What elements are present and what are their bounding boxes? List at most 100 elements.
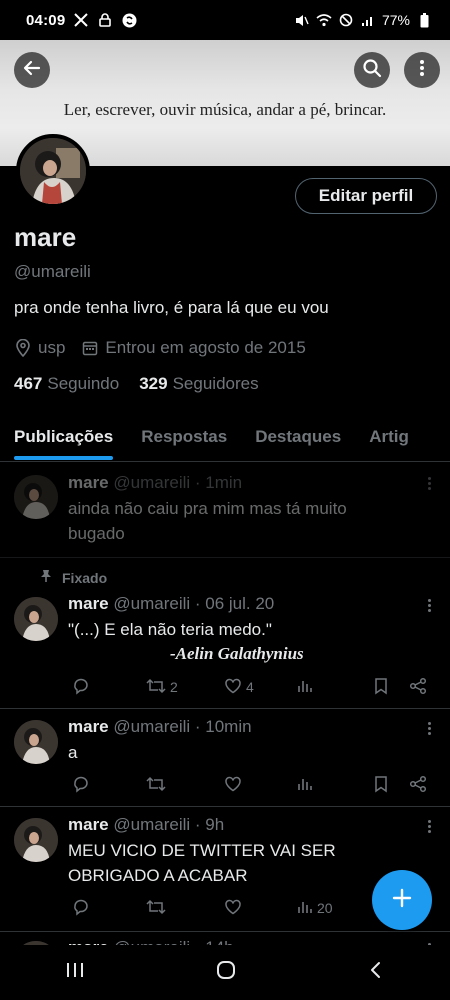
tab-replies[interactable]: Respostas — [127, 414, 241, 460]
banner-quote: Ler, escrever, ouvir música, andar a pé,… — [63, 100, 387, 119]
reply-button[interactable] — [72, 898, 90, 919]
no-signal-icon — [338, 12, 354, 28]
views-button[interactable]: 20 — [297, 899, 333, 918]
views-icon — [297, 899, 313, 918]
share-button[interactable] — [409, 677, 427, 698]
avatar[interactable] — [14, 818, 58, 862]
battery-icon — [416, 12, 432, 28]
retweet-button[interactable] — [146, 775, 166, 796]
plus-icon — [391, 887, 413, 914]
post-author[interactable]: mare — [68, 815, 109, 834]
post-more-button[interactable] — [424, 477, 434, 490]
post-header: mare @umareili · 10min — [68, 717, 252, 737]
location-icon — [14, 339, 32, 357]
post-actions — [68, 773, 438, 797]
share-button[interactable] — [409, 775, 427, 796]
following-count[interactable]: 467 — [14, 374, 42, 394]
reply-button[interactable] — [72, 775, 90, 796]
like-button[interactable] — [224, 775, 242, 796]
recent-apps-button[interactable] — [64, 960, 86, 985]
more-vertical-icon — [412, 58, 432, 83]
post-meta: @umareili · 1min — [113, 473, 243, 492]
profile-meta: usp Entrou em agosto de 2015 — [14, 338, 306, 358]
post-meta: @umareili · 9h — [113, 815, 225, 834]
post-item[interactable]: mare @umareili · 1min ainda não caiu pra… — [0, 463, 450, 558]
bookmark-button[interactable] — [373, 677, 389, 698]
retweet-icon — [146, 677, 166, 698]
search-icon — [362, 58, 382, 83]
reply-button[interactable] — [72, 677, 90, 698]
status-time: 04:09 — [26, 11, 66, 29]
bookmark-icon — [373, 775, 389, 796]
follow-stats: 467 Seguindo 329 Seguidores — [14, 374, 259, 394]
bookmark-icon — [373, 677, 389, 698]
home-button[interactable] — [215, 959, 237, 986]
post-signature: -Aelin Galathynius — [170, 644, 304, 663]
tab-highlights[interactable]: Destaques — [241, 414, 355, 460]
post-author[interactable]: mare — [68, 717, 109, 736]
share-icon — [409, 775, 427, 796]
views-icon — [297, 776, 313, 795]
pinned-indicator: Fixado — [40, 569, 107, 586]
more-button[interactable] — [404, 52, 440, 88]
retweet-icon — [146, 775, 166, 796]
tab-posts[interactable]: Publicações — [0, 414, 127, 460]
post-meta: @umareili · 06 jul. 20 — [113, 594, 275, 613]
edit-profile-button[interactable]: Editar perfil — [295, 178, 437, 214]
profile-avatar[interactable] — [16, 134, 90, 208]
post-author[interactable]: mare — [68, 594, 109, 613]
reply-icon — [72, 898, 90, 919]
post-more-button[interactable] — [424, 820, 434, 833]
calendar-icon — [81, 339, 99, 357]
retweet-icon — [146, 898, 166, 919]
x-app-icon — [73, 12, 89, 28]
avatar[interactable] — [14, 597, 58, 641]
post-meta: @umareili · 10min — [113, 717, 252, 736]
post-item[interactable]: Fixado mare @umareili · 06 jul. 20 "(...… — [0, 559, 450, 709]
lock-icon — [97, 12, 113, 28]
retweet-count: 2 — [170, 679, 178, 695]
like-count: 4 — [246, 679, 254, 695]
heart-icon — [224, 677, 242, 698]
system-nav-bar — [0, 945, 450, 1000]
views-button[interactable] — [297, 776, 313, 795]
back-nav-button[interactable] — [366, 960, 386, 985]
like-button[interactable]: 4 — [224, 677, 254, 698]
arrow-left-icon — [22, 58, 42, 83]
shazam-icon — [121, 12, 137, 28]
avatar[interactable] — [14, 475, 58, 519]
post-text: "(...) E ela não teria medo." — [68, 620, 272, 639]
post-item[interactable]: mare @umareili · 10min a — [0, 710, 450, 807]
bookmark-button[interactable] — [373, 775, 389, 796]
profile-bio: pra onde tenha livro, é para lá que eu v… — [14, 298, 329, 317]
tab-articles[interactable]: Artig — [355, 414, 423, 460]
profile-location: usp — [38, 338, 66, 357]
search-button[interactable] — [354, 52, 390, 88]
heart-icon — [224, 775, 242, 796]
profile-handle: @umareili — [14, 262, 91, 281]
post-header: mare @umareili · 9h — [68, 815, 224, 835]
post-more-button[interactable] — [424, 722, 434, 735]
profile-joined: Entrou em agosto de 2015 — [105, 338, 306, 357]
heart-icon — [224, 898, 242, 919]
reply-icon — [72, 775, 90, 796]
following-label[interactable]: Seguindo — [47, 374, 119, 394]
retweet-button[interactable] — [146, 898, 166, 919]
post-text: a — [68, 743, 78, 762]
reply-icon — [72, 677, 90, 698]
post-text: ainda não caiu pra mim mas tá muito buga… — [68, 499, 347, 543]
post-more-button[interactable] — [424, 599, 434, 612]
post-author[interactable]: mare — [68, 473, 109, 492]
back-button[interactable] — [14, 52, 50, 88]
followers-label[interactable]: Seguidores — [173, 374, 259, 394]
share-icon — [409, 677, 427, 698]
views-button[interactable] — [297, 678, 313, 697]
retweet-button[interactable]: 2 — [146, 677, 178, 698]
post-actions: 2 4 — [68, 675, 438, 699]
followers-count[interactable]: 329 — [139, 374, 167, 394]
avatar[interactable] — [14, 720, 58, 764]
like-button[interactable] — [224, 898, 242, 919]
battery-percent: 77% — [381, 12, 410, 28]
compose-button[interactable] — [372, 870, 432, 930]
post-header: mare @umareili · 1min — [68, 473, 242, 493]
